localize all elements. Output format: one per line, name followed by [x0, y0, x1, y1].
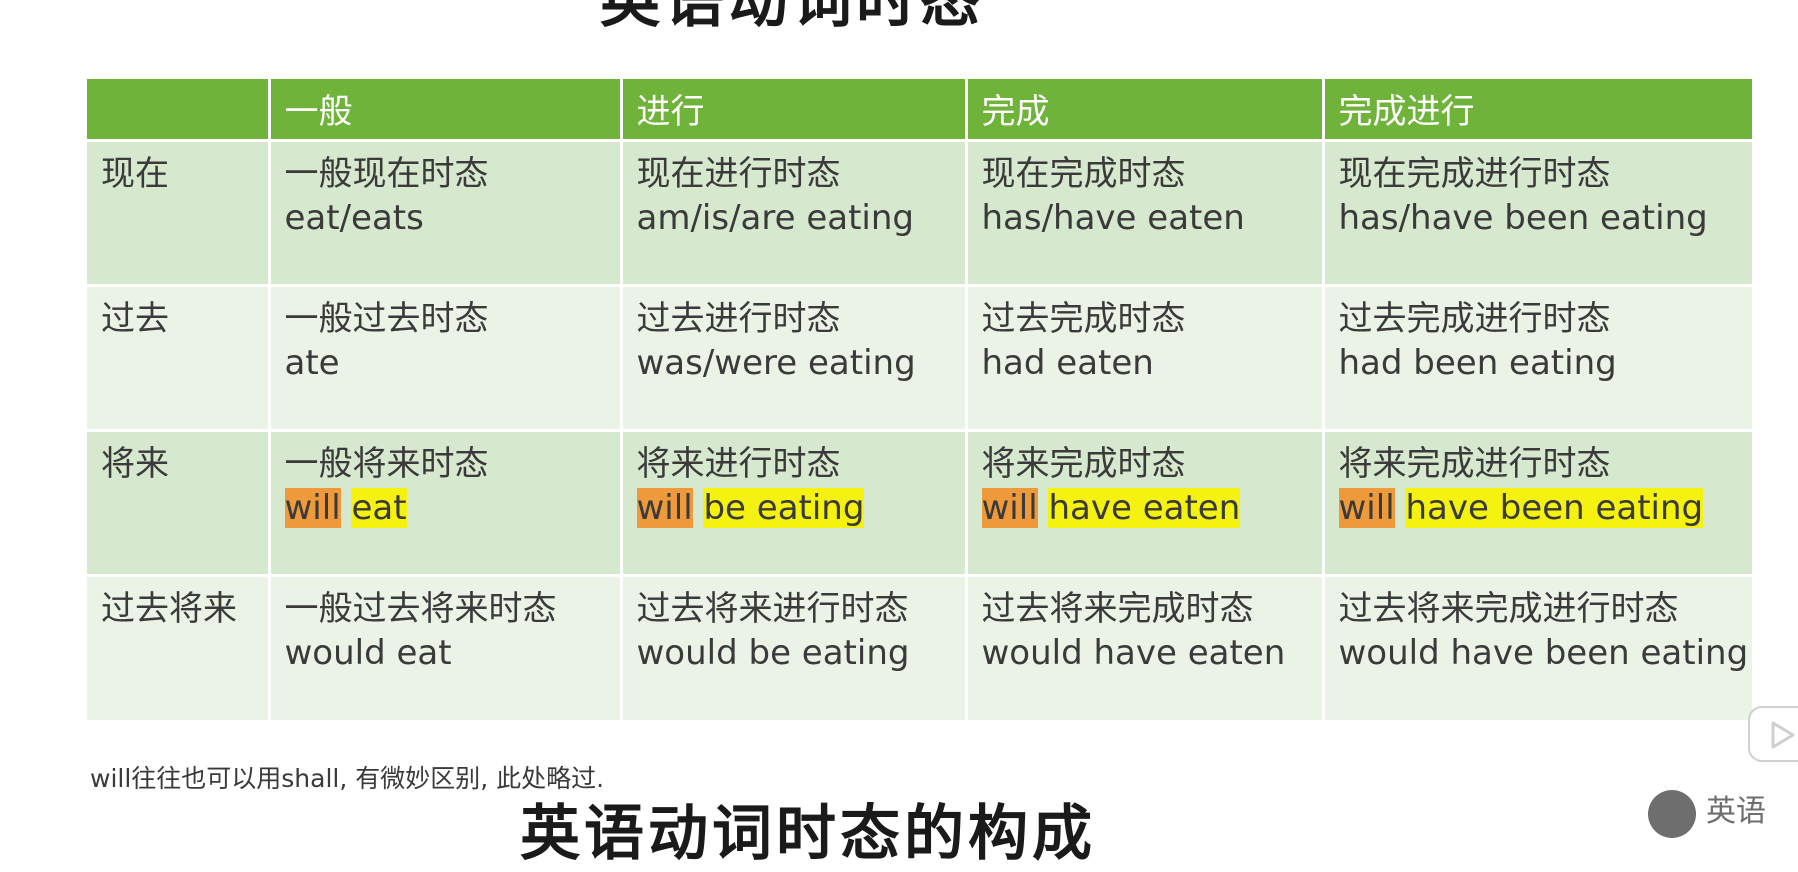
cell-future-simple: 一般将来时态 will eat	[269, 428, 623, 575]
auxiliary-highlight: will	[284, 487, 341, 528]
cell-past-future-perfect-progressive: 过去将来完成进行时态 would have been eating	[1323, 573, 1752, 720]
tense-form: would have eaten	[981, 632, 1286, 673]
cell-past-future-progressive: 过去将来进行时态 would be eating	[621, 573, 968, 720]
tense-form: will eat	[284, 486, 619, 530]
tense-name: 一般过去将来时态	[284, 588, 557, 629]
tense-form: am/is/are eating	[636, 197, 914, 238]
tense-name: 将来完成进行时态	[1338, 443, 1611, 484]
table-row-present: 现在 一般现在时态 eat/eats 现在进行时态 am/is/are eati…	[87, 138, 1752, 285]
header-corner	[87, 79, 271, 140]
page-heading-bottom: 英语动词时态的构成	[520, 799, 1096, 869]
cell-future-progressive: 将来进行时态 will be eating	[621, 428, 968, 575]
cell-past-perfect: 过去完成时态 had eaten	[966, 283, 1325, 430]
cell-past-simple: 一般过去时态 ate	[269, 283, 623, 430]
tense-form: eat/eats	[284, 197, 424, 238]
header-perfect: 完成	[966, 79, 1325, 140]
verb-highlight: have eaten	[1048, 487, 1241, 528]
tense-form: has/have eaten	[981, 197, 1245, 238]
header-perfect-progressive: 完成进行	[1323, 79, 1752, 140]
tense-name: 现在进行时态	[636, 153, 841, 194]
auxiliary-highlight: will	[981, 487, 1038, 528]
channel-avatar[interactable]	[1648, 790, 1696, 838]
tense-form: will have eaten	[981, 486, 1321, 530]
tense-name: 现在完成进行时态	[1338, 153, 1611, 194]
row-label-future: 将来	[87, 428, 271, 575]
header-progressive: 进行	[621, 79, 968, 140]
cell-present-perfect-progressive: 现在完成进行时态 has/have been eating	[1323, 138, 1752, 285]
tense-form: ate	[284, 342, 340, 383]
row-label-past-future: 过去将来	[87, 573, 271, 720]
auxiliary-highlight: will	[636, 487, 693, 528]
page-heading-top: 英语动词时态	[600, 0, 984, 36]
table-row-future: 将来 一般将来时态 will eat 将来进行时态 will be eating…	[87, 428, 1753, 575]
cell-past-perfect-progressive: 过去完成进行时态 had been eating	[1323, 283, 1752, 430]
play-icon	[1771, 721, 1795, 749]
tense-form: has/have been eating	[1338, 197, 1708, 238]
tense-name: 过去进行时态	[636, 298, 841, 339]
tense-form: was/were eating	[636, 342, 916, 383]
tense-name: 一般过去时态	[284, 298, 489, 339]
tense-form: will have been eating	[1338, 486, 1753, 530]
channel-name[interactable]: 英语	[1706, 786, 1766, 830]
tense-form: will be eating	[636, 486, 964, 530]
header-row: 一般 进行 完成 完成进行	[87, 79, 1752, 140]
cell-future-perfect: 将来完成时态 will have eaten	[966, 428, 1325, 575]
tense-name: 一般将来时态	[284, 443, 489, 484]
table-row-past: 过去 一般过去时态 ate 过去进行时态 was/were eating 过去完…	[87, 283, 1752, 430]
tense-name: 过去将来完成时态	[981, 588, 1254, 629]
tense-name: 过去完成进行时态	[1338, 298, 1611, 339]
cell-past-future-simple: 一般过去将来时态 would eat	[269, 573, 623, 720]
tense-table: 一般 进行 完成 完成进行 现在 一般现在时态 eat/eats 现在进行时态 …	[87, 79, 1752, 720]
tense-form: would eat	[284, 632, 452, 673]
tense-name: 一般现在时态	[284, 153, 489, 194]
tense-name: 将来进行时态	[636, 443, 841, 484]
tense-form: had eaten	[981, 342, 1154, 383]
tense-form: would be eating	[636, 632, 910, 673]
tense-name: 过去完成时态	[981, 298, 1186, 339]
cell-future-perfect-progressive: 将来完成进行时态 will have been eating	[1323, 428, 1753, 575]
tense-name: 现在完成时态	[981, 153, 1186, 194]
verb-highlight: eat	[351, 487, 407, 528]
auxiliary-highlight: will	[1338, 487, 1395, 528]
row-label-past: 过去	[87, 283, 271, 430]
verb-highlight: be eating	[703, 487, 865, 528]
table-row-past-future: 过去将来 一般过去将来时态 would eat 过去将来进行时态 would b…	[87, 573, 1752, 720]
row-label-present: 现在	[87, 138, 271, 285]
tense-name: 将来完成时态	[981, 443, 1186, 484]
cell-present-perfect: 现在完成时态 has/have eaten	[966, 138, 1325, 285]
tense-name: 过去将来完成进行时态	[1338, 588, 1679, 629]
play-button[interactable]	[1748, 706, 1798, 762]
cell-present-simple: 一般现在时态 eat/eats	[269, 138, 623, 285]
tense-name: 过去将来进行时态	[636, 588, 909, 629]
verb-highlight: have been eating	[1405, 487, 1704, 528]
cell-past-progressive: 过去进行时态 was/were eating	[621, 283, 968, 430]
tense-form: had been eating	[1338, 342, 1617, 383]
cell-present-progressive: 现在进行时态 am/is/are eating	[621, 138, 968, 285]
header-simple: 一般	[269, 79, 623, 140]
tense-form: would have been eating	[1338, 632, 1749, 673]
cell-past-future-perfect: 过去将来完成时态 would have eaten	[966, 573, 1325, 720]
